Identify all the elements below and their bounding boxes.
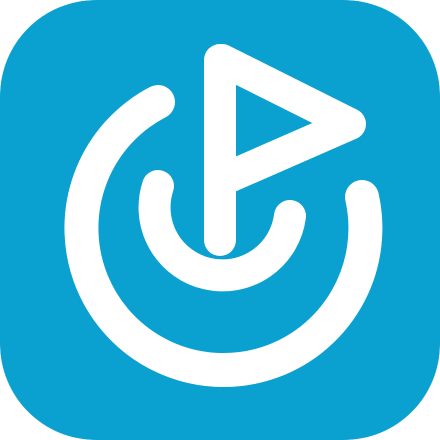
app-icon[interactable] — [0, 0, 440, 440]
app-icon-graphic — [0, 0, 440, 440]
